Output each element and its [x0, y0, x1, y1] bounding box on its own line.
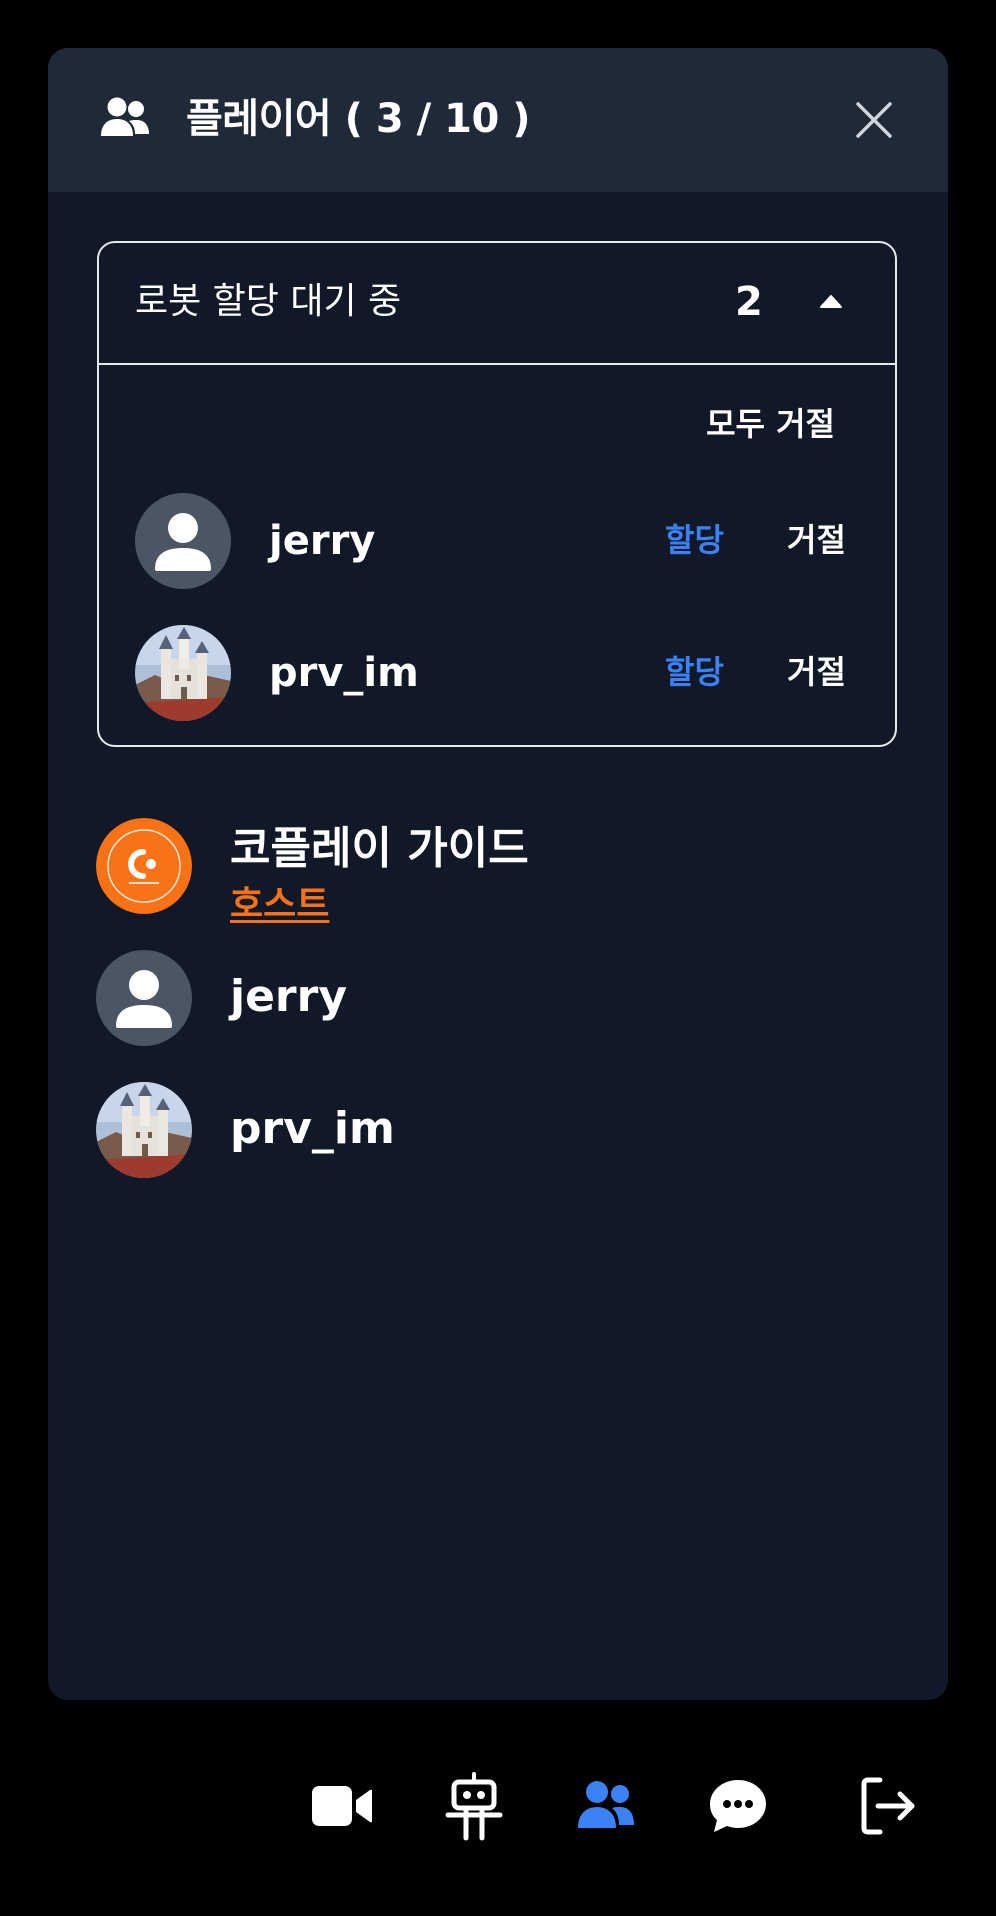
video-button[interactable]: [306, 1770, 378, 1842]
request-name: prv_im: [269, 650, 419, 696]
reject-button[interactable]: 거절: [787, 515, 846, 565]
bottom-nav: [0, 1740, 996, 1876]
reject-button[interactable]: 거절: [787, 647, 846, 697]
robot-assignment-queue: 로봇 할당 대기 중 2 모두 거절 jerry 할당 거절 prv_im 할당…: [97, 241, 897, 747]
player-row: prv_im: [96, 1082, 896, 1178]
player-row: 코플레이 가이드 호스트: [96, 818, 896, 925]
castle-photo-avatar: [135, 625, 231, 721]
panel-header: 플레이어 ( 3 / 10 ): [48, 48, 948, 192]
caret-up-icon: [819, 293, 843, 308]
exit-icon: [852, 1777, 924, 1846]
users-icon: [570, 1781, 642, 1846]
chat-button[interactable]: [702, 1770, 774, 1842]
player-name: prv_im: [230, 1103, 395, 1154]
default-user-avatar: [135, 493, 231, 589]
request-name: jerry: [269, 518, 376, 564]
coplay-logo-avatar: [96, 818, 192, 914]
request-row: prv_im 할당 거절: [135, 625, 859, 721]
app-frame: 플레이어 ( 3 / 10 ) 로봇 할당 대기 중 2 모두 거절 jerry…: [0, 0, 996, 1916]
video-camera-icon: [306, 1786, 378, 1846]
exit-button[interactable]: [852, 1770, 924, 1842]
close-icon: [848, 102, 900, 150]
players-button[interactable]: [570, 1770, 642, 1842]
reject-all-button[interactable]: 모두 거절: [706, 401, 835, 447]
robot-button[interactable]: [438, 1770, 510, 1842]
queue-toggle[interactable]: 로봇 할당 대기 중 2: [99, 243, 895, 365]
player-name: 코플레이 가이드: [230, 823, 529, 874]
players-panel: 플레이어 ( 3 / 10 ) 로봇 할당 대기 중 2 모두 거절 jerry…: [48, 48, 948, 1700]
close-button[interactable]: [848, 94, 900, 146]
host-badge: 호스트: [230, 884, 330, 925]
panel-title: 플레이어 ( 3 / 10 ): [186, 96, 531, 142]
request-row: jerry 할당 거절: [135, 493, 859, 589]
assign-button[interactable]: 할당: [665, 647, 724, 697]
castle-photo-avatar: [96, 1082, 192, 1178]
default-user-avatar: [96, 950, 192, 1046]
robot-icon: [438, 1772, 510, 1846]
queue-title: 로봇 할당 대기 중: [135, 281, 402, 322]
queue-count: 2: [735, 279, 763, 325]
player-row: jerry: [96, 950, 896, 1046]
chat-bubble-icon: [702, 1780, 774, 1846]
player-name: jerry: [230, 971, 348, 1022]
users-icon: [100, 96, 150, 140]
assign-button[interactable]: 할당: [665, 515, 724, 565]
